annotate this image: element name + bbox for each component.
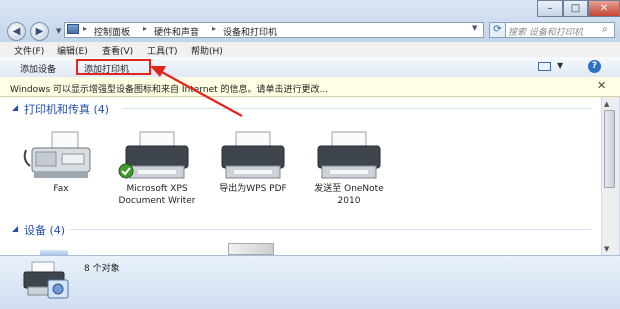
change-view-icon[interactable]: [538, 62, 551, 71]
recent-pages-dropdown-icon[interactable]: ▼: [56, 27, 61, 35]
menu-view[interactable]: 查看(V): [102, 44, 133, 57]
printer-icon[interactable]: [214, 130, 292, 182]
device-icon-partial[interactable]: [228, 243, 274, 255]
scroll-down-icon[interactable]: ▼: [604, 245, 609, 253]
scrollbar-thumb[interactable]: [604, 110, 615, 188]
search-icon[interactable]: ⌕: [602, 24, 608, 35]
control-panel-icon: [67, 24, 79, 34]
devices-printers-icon: [23, 261, 69, 299]
group-divider: [70, 229, 592, 230]
breadcrumb-separator[interactable]: ▸: [212, 24, 216, 33]
collapse-group-icon[interactable]: ◢: [12, 103, 18, 112]
menu-file[interactable]: 文件(F): [14, 44, 44, 57]
devices-group-title[interactable]: 设备 (4): [24, 222, 65, 238]
close-button[interactable]: ✕: [588, 0, 620, 17]
printer-icon[interactable]: [310, 130, 388, 182]
breadcrumb-devices-printers[interactable]: 设备和打印机: [223, 25, 277, 38]
device-label-wps-pdf[interactable]: 导出为WPS PDF: [210, 183, 296, 195]
menu-edit[interactable]: 编辑(E): [57, 44, 88, 57]
breadcrumb-control-panel[interactable]: 控制面板: [94, 25, 130, 38]
view-dropdown-icon[interactable]: ▼: [557, 61, 563, 70]
breadcrumb-separator[interactable]: ▸: [83, 24, 87, 33]
forward-button[interactable]: ▶: [30, 22, 49, 41]
default-printer-check-icon: [118, 163, 134, 179]
search-placeholder: 搜索 设备和打印机: [508, 28, 583, 38]
fax-icon[interactable]: [22, 130, 100, 182]
menu-bar: [0, 42, 620, 57]
breadcrumb-hardware-sound[interactable]: 硬件和声音: [154, 25, 199, 38]
menu-help[interactable]: 帮助(H): [191, 44, 223, 57]
device-label-fax[interactable]: Fax: [21, 183, 101, 195]
device-label-xps[interactable]: Microsoft XPS Document Writer: [117, 183, 197, 207]
info-bar-close-icon[interactable]: ✕: [597, 79, 606, 92]
collapse-group-icon[interactable]: ◢: [12, 224, 18, 233]
help-icon[interactable]: ?: [588, 60, 601, 73]
add-printer-label[interactable]: 添加打印机: [84, 62, 129, 75]
breadcrumb-separator[interactable]: ▸: [143, 24, 147, 33]
back-button[interactable]: ◀: [7, 22, 26, 41]
minimize-button[interactable]: –: [537, 0, 563, 17]
printers-group-title[interactable]: 打印机和传真 (4): [24, 101, 109, 117]
scroll-up-icon[interactable]: ▲: [604, 100, 609, 108]
address-dropdown-icon[interactable]: ▼: [472, 24, 477, 32]
device-label-onenote[interactable]: 发送至 OneNote 2010: [308, 183, 390, 207]
annotation-arrow: [150, 66, 243, 117]
menu-tools[interactable]: 工具(T): [147, 44, 178, 57]
refresh-button[interactable]: ⟳: [489, 22, 506, 38]
maximize-button[interactable]: □: [563, 0, 588, 17]
item-count: 8 个对象: [84, 264, 120, 274]
add-device-button[interactable]: 添加设备: [20, 62, 56, 75]
